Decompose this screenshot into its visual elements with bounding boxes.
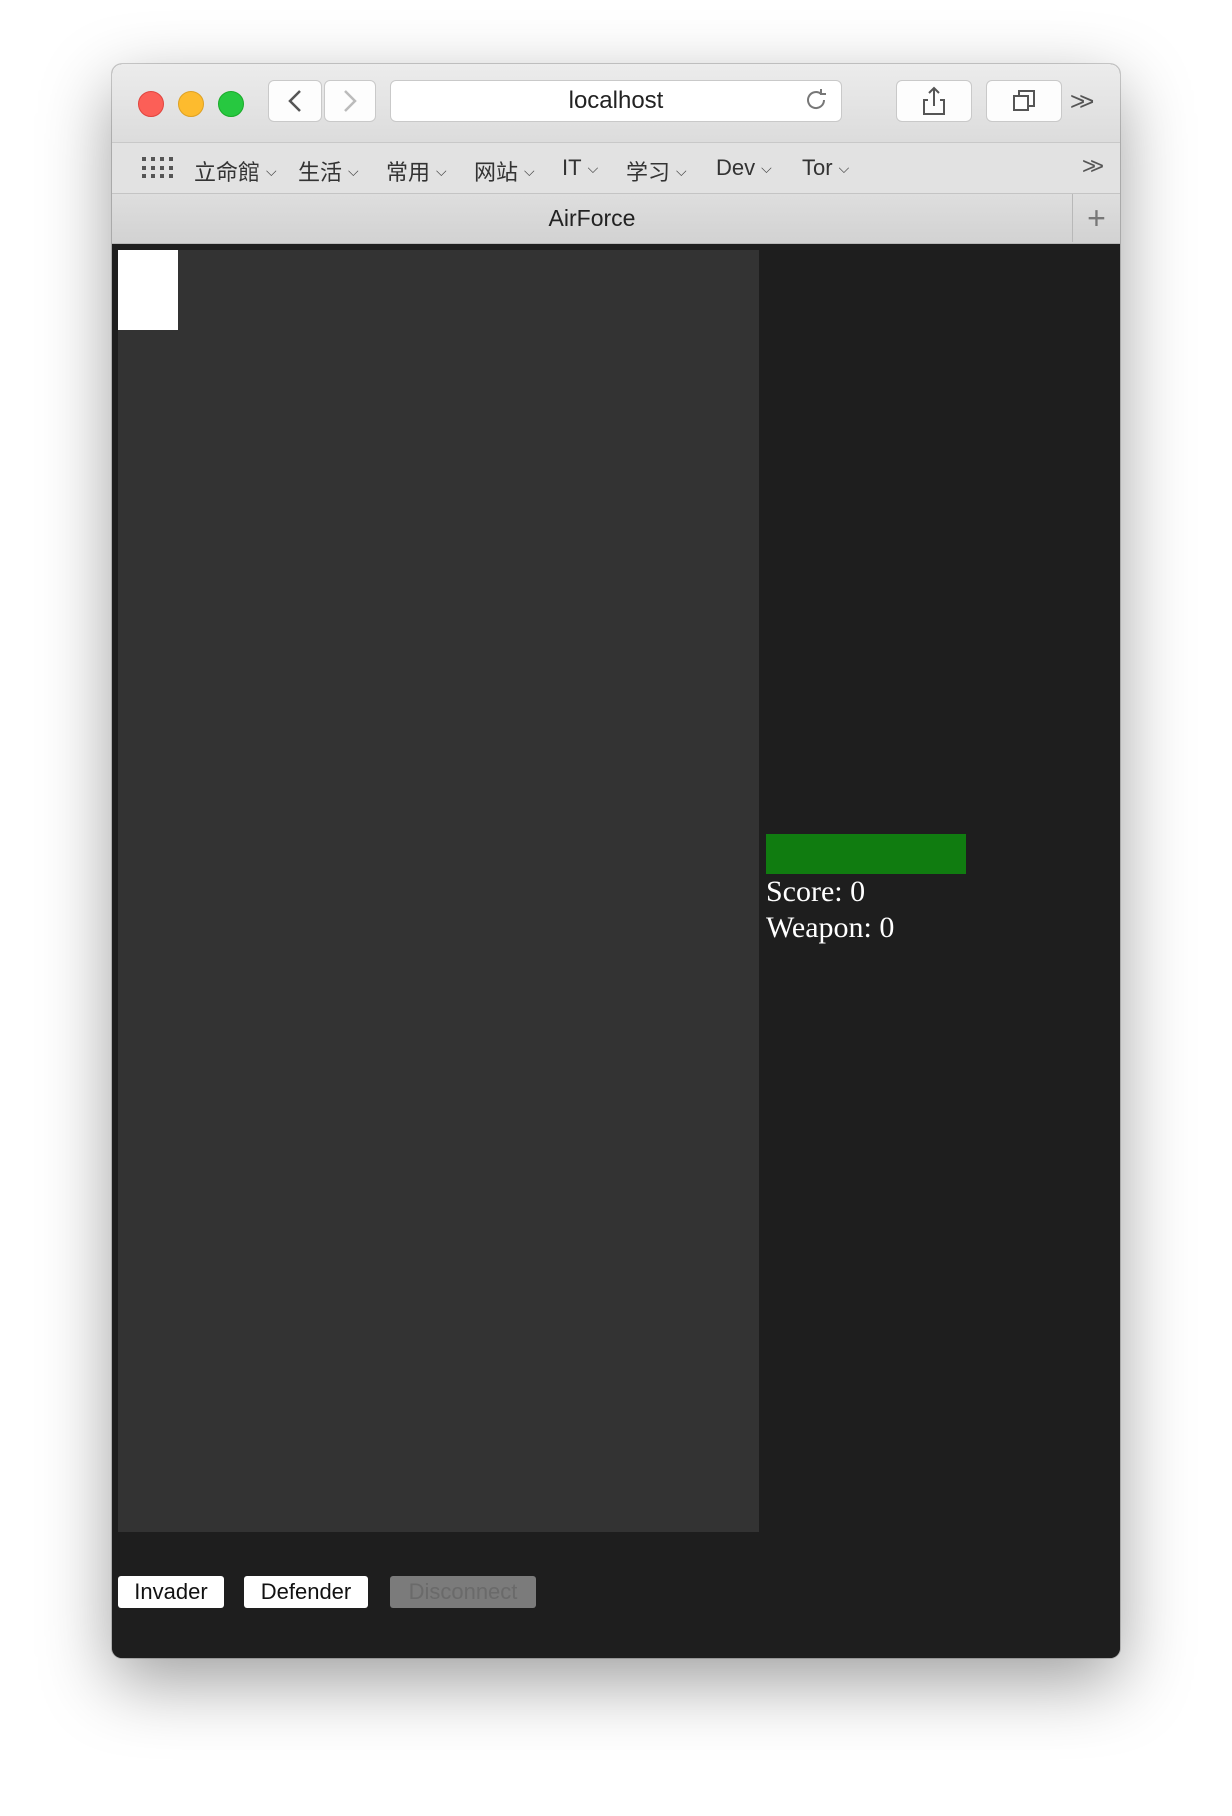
grid-icon[interactable] — [142, 157, 174, 179]
toolbar-overflow-button[interactable]: >> — [1070, 86, 1095, 117]
minimize-window-button[interactable] — [178, 91, 204, 117]
tab-bar: AirForce + — [112, 194, 1120, 244]
bookmark-folder[interactable]: 立命館 ⌵ — [194, 155, 277, 187]
health-bar-fill — [766, 834, 966, 874]
bookmark-folder[interactable]: IT ⌵ — [562, 155, 598, 181]
bookmark-folder[interactable]: Dev ⌵ — [716, 155, 772, 181]
player-ship — [118, 250, 178, 330]
tabs-icon — [1013, 90, 1035, 111]
bookmarks-bar: 立命館 ⌵ 生活 ⌵ 常用 ⌵ 网站 ⌵ IT ⌵ 学习 ⌵ Dev ⌵ Tor ⌵ >> — [112, 142, 1120, 194]
browser-window: localhost >> 立命館 ⌵ 生活 ⌵ 常用 ⌵ 网站 ⌵ IT ⌵ 学习 ⌵ De… — [112, 64, 1120, 1658]
disconnect-button[interactable]: Disconnect — [390, 1576, 536, 1608]
back-button[interactable] — [268, 80, 322, 122]
forward-chevron-icon — [344, 90, 357, 112]
chevron-down-icon: ⌵ — [587, 159, 599, 176]
invader-button[interactable]: Invader — [118, 1576, 224, 1608]
new-tab-button[interactable]: + — [1072, 194, 1120, 242]
zoom-window-button[interactable] — [218, 91, 244, 117]
bookmark-folder[interactable]: 常用 ⌵ — [386, 155, 447, 187]
forward-button[interactable] — [324, 80, 376, 122]
close-window-button[interactable] — [138, 91, 164, 117]
back-chevron-icon — [288, 90, 301, 112]
chevron-down-icon: ⌵ — [266, 162, 277, 179]
bookmark-folder[interactable]: 生活 ⌵ — [298, 155, 359, 187]
chevron-down-icon: ⌵ — [676, 162, 687, 179]
chevron-down-icon: ⌵ — [761, 159, 772, 176]
bookmark-folder[interactable]: 学习 ⌵ — [626, 155, 687, 187]
reload-icon[interactable] — [803, 87, 829, 120]
show-tabs-button[interactable] — [986, 80, 1062, 122]
chevron-down-icon: ⌵ — [436, 162, 447, 179]
page-content: Score: 0 Weapon: 0 Invader Defender Disc… — [112, 244, 1120, 1658]
health-bar — [766, 834, 966, 874]
bookmark-folder[interactable]: Tor ⌵ — [802, 155, 849, 181]
address-text: localhost — [568, 87, 664, 114]
chevron-down-icon: ⌵ — [348, 162, 359, 179]
defender-button[interactable]: Defender — [244, 1576, 368, 1608]
chevron-down-icon: ⌵ — [838, 159, 850, 176]
game-canvas[interactable] — [118, 250, 759, 1532]
chevron-down-icon: ⌵ — [524, 162, 535, 179]
score-label: Score: 0 — [766, 875, 866, 908]
share-icon — [923, 86, 945, 115]
game-hud: Score: 0 Weapon: 0 — [766, 834, 1066, 946]
weapon-label: Weapon: 0 — [766, 911, 895, 944]
share-button[interactable] — [896, 80, 972, 122]
address-bar[interactable]: localhost — [390, 80, 842, 122]
bookmark-folder[interactable]: 网站 ⌵ — [474, 155, 535, 187]
browser-toolbar: localhost >> — [112, 64, 1120, 142]
bookmarks-overflow-button[interactable]: >> — [1082, 153, 1104, 181]
tab-airforce[interactable]: AirForce — [112, 194, 1072, 242]
